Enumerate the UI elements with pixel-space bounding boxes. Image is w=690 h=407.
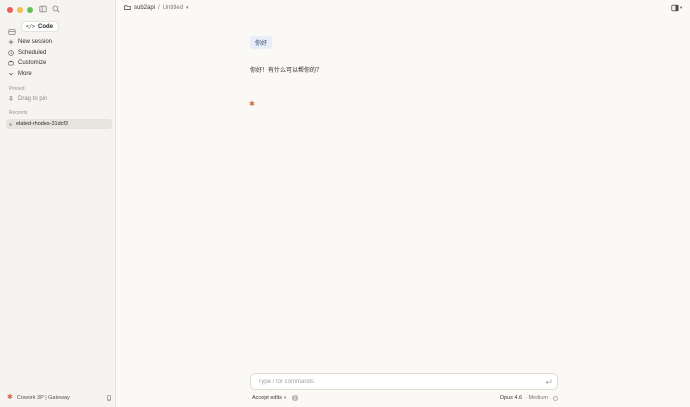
recent-session-label: elated-rhodes-31dcf3	[16, 121, 68, 127]
composer	[250, 373, 558, 390]
session-status-dot-icon	[9, 122, 12, 126]
sidebar-item-label: More	[18, 70, 32, 77]
split-view-icon	[671, 4, 679, 12]
plus-icon	[8, 39, 14, 45]
workspace-label[interactable]: Cowork 3P | Gateway	[17, 395, 102, 401]
chevron-down-icon: ▾	[680, 5, 683, 10]
search-icon[interactable]	[52, 5, 60, 13]
code-mode-label: Code	[38, 23, 54, 30]
recents-section-label: Recents	[9, 110, 28, 116]
code-brackets-icon: </>	[26, 23, 36, 30]
sidebar-item-label: Scheduled	[18, 49, 47, 56]
sidebar-item-label: New session	[18, 39, 53, 46]
panel-icon[interactable]	[8, 23, 16, 35]
maximize-window-button[interactable]	[27, 7, 33, 13]
app-window: </> Code New session Scheduled Customize…	[0, 0, 690, 407]
close-window-button[interactable]	[7, 7, 13, 13]
user-message-bubble: 你好	[250, 36, 273, 49]
window-controls	[7, 7, 33, 13]
folder-icon	[124, 5, 131, 10]
effort-level[interactable]: · Medium	[525, 395, 548, 401]
claude-logo-icon: ✱	[7, 394, 13, 401]
sidebar-item-label: Customize	[18, 60, 47, 67]
sidebar-item-scheduled[interactable]: Scheduled	[8, 48, 112, 59]
sidebar-item-more[interactable]: More	[8, 69, 112, 80]
sidebar-item-new-session[interactable]: New session	[8, 37, 112, 48]
project-name: sub2api	[134, 4, 156, 11]
view-toggle-button[interactable]: ▾	[671, 4, 682, 12]
chevron-down-icon: ▾	[186, 4, 189, 11]
composer-toolbar: Accept edits ▾ Opus 4.6 · Medium	[252, 395, 558, 401]
accept-edits-dropdown[interactable]: Accept edits ▾	[252, 395, 286, 401]
enter-return-icon[interactable]	[545, 378, 552, 385]
thinking-indicator-icon: ✱	[249, 101, 255, 108]
code-mode-button[interactable]: </> Code	[21, 21, 60, 32]
chevron-down-icon	[8, 72, 14, 76]
recent-session-item[interactable]: elated-rhodes-31dcf3	[6, 119, 112, 129]
chevron-down-icon: ▾	[283, 395, 287, 400]
sidebar: </> Code New session Scheduled Customize…	[0, 0, 116, 407]
model-selector[interactable]: Opus 4.6	[500, 395, 522, 401]
accept-edits-label: Accept edits	[252, 395, 282, 401]
download-icon[interactable]	[106, 394, 112, 401]
sidebar-toolbar	[39, 5, 60, 13]
mode-switcher: </> Code	[8, 21, 60, 35]
prompt-input[interactable]	[256, 377, 545, 386]
drag-to-pin-label: Drag to pin	[18, 96, 48, 102]
drag-to-pin-hint: Drag to pin	[8, 96, 47, 102]
sidebar-footer: ✱ Cowork 3P | Gateway	[7, 394, 112, 401]
pinned-section-label: Pinned	[9, 86, 25, 92]
clock-icon	[8, 50, 14, 56]
briefcase-icon	[8, 61, 14, 66]
session-title: Untitled	[162, 4, 184, 11]
pin-icon	[8, 96, 14, 102]
session-breadcrumb[interactable]: sub2api / Untitled ▾	[124, 4, 189, 11]
assistant-message: 你好！有什么可以帮你的？	[250, 68, 323, 74]
minimize-window-button[interactable]	[17, 7, 23, 13]
sidebar-toggle-icon[interactable]	[39, 5, 47, 13]
breadcrumb-separator: /	[158, 4, 160, 11]
attach-icon[interactable]	[292, 395, 298, 401]
context-usage-icon[interactable]	[553, 395, 558, 401]
sidebar-nav: New session Scheduled Customize More	[8, 37, 112, 79]
sidebar-item-customize[interactable]: Customize	[8, 58, 112, 69]
